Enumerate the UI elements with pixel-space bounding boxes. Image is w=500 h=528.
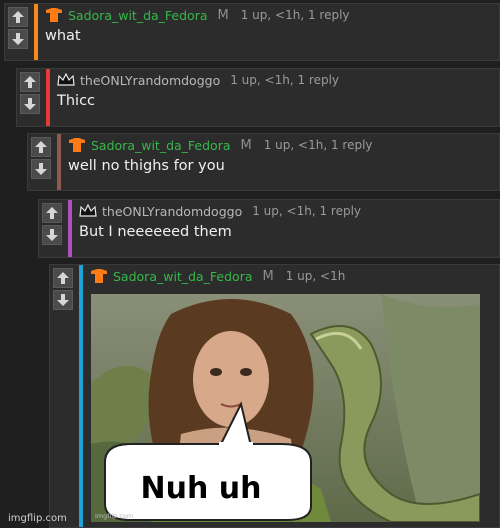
downvote-button[interactable]	[20, 94, 40, 114]
downvote-button[interactable]	[31, 159, 51, 179]
username[interactable]: Sadora_wit_da_Fedora	[113, 269, 253, 284]
comment-text: Thicc	[57, 93, 96, 109]
comment-meta: theONLYrandomdoggo 1 up, <1h, 1 reply	[79, 200, 495, 222]
orange-tshirt-icon	[46, 8, 62, 22]
thread-bar	[57, 134, 61, 190]
comment-3: Sadora_wit_da_Fedora M 1 up, <1h, 1 repl…	[27, 133, 500, 191]
username[interactable]: theONLYrandomdoggo	[80, 73, 220, 88]
mod-flag: M	[217, 7, 229, 23]
comment-4: theONLYrandomdoggo 1 up, <1h, 1 reply Bu…	[38, 199, 500, 258]
meme-caption: Nuh uh	[141, 471, 262, 506]
upvote-button[interactable]	[53, 268, 73, 288]
upvote-button[interactable]	[42, 203, 62, 223]
up-arrow-icon	[12, 11, 24, 23]
orange-tshirt-icon	[91, 269, 107, 283]
comment-stats: 1 up, <1h, 1 reply	[240, 8, 350, 22]
upvote-button[interactable]	[31, 137, 51, 157]
mod-flag: M	[240, 137, 252, 153]
comment-1: Sadora_wit_da_Fedora M 1 up, <1h, 1 repl…	[4, 3, 500, 61]
orange-tshirt-icon	[69, 138, 85, 152]
downvote-button[interactable]	[8, 29, 28, 49]
up-arrow-icon	[35, 141, 47, 153]
crown-icon	[79, 204, 97, 217]
imgflip-watermark: imgflip.com	[8, 513, 67, 524]
crown-icon	[57, 73, 75, 86]
comment-text: well no thighs for you	[68, 158, 225, 174]
meme-image[interactable]: Nuh uh imgflip.com	[91, 294, 480, 522]
comment-text: But I neeeeeed them	[79, 224, 232, 240]
comment-5: Sadora_wit_da_Fedora M 1 up, <1h Nuh uh …	[49, 264, 500, 528]
comment-stats: 1 up, <1h, 1 reply	[263, 138, 373, 152]
comment-stats: 1 up, <1h, 1 reply	[230, 73, 340, 87]
upvote-button[interactable]	[8, 7, 28, 27]
down-arrow-icon	[24, 98, 36, 110]
down-arrow-icon	[12, 33, 24, 45]
thread-bar	[79, 265, 83, 527]
up-arrow-icon	[57, 272, 69, 284]
comment-meta: Sadora_wit_da_Fedora M 1 up, <1h	[90, 265, 495, 287]
comment-2: theONLYrandomdoggo 1 up, <1h, 1 reply Th…	[16, 68, 500, 127]
thread-bar	[34, 4, 38, 60]
meme-watermark: imgflip.com	[95, 512, 133, 520]
up-arrow-icon	[24, 76, 36, 88]
meme-illustration: Nuh uh imgflip.com	[91, 294, 480, 522]
comment-meta: Sadora_wit_da_Fedora M 1 up, <1h, 1 repl…	[45, 4, 495, 26]
down-arrow-icon	[57, 294, 69, 306]
username[interactable]: Sadora_wit_da_Fedora	[68, 8, 208, 23]
down-arrow-icon	[46, 229, 58, 241]
down-arrow-icon	[35, 163, 47, 175]
thread-bar	[46, 69, 50, 126]
upvote-button[interactable]	[20, 72, 40, 92]
comment-text: what	[45, 28, 81, 44]
username[interactable]: theONLYrandomdoggo	[102, 204, 242, 219]
downvote-button[interactable]	[42, 225, 62, 245]
comment-meta: theONLYrandomdoggo 1 up, <1h, 1 reply	[57, 69, 495, 91]
comment-stats: 1 up, <1h	[285, 269, 346, 283]
comment-meta: Sadora_wit_da_Fedora M 1 up, <1h, 1 repl…	[68, 134, 495, 156]
username[interactable]: Sadora_wit_da_Fedora	[91, 138, 231, 153]
mod-flag: M	[262, 268, 274, 284]
downvote-button[interactable]	[53, 290, 73, 310]
thread-bar	[68, 200, 72, 257]
up-arrow-icon	[46, 207, 58, 219]
comment-stats: 1 up, <1h, 1 reply	[252, 204, 362, 218]
